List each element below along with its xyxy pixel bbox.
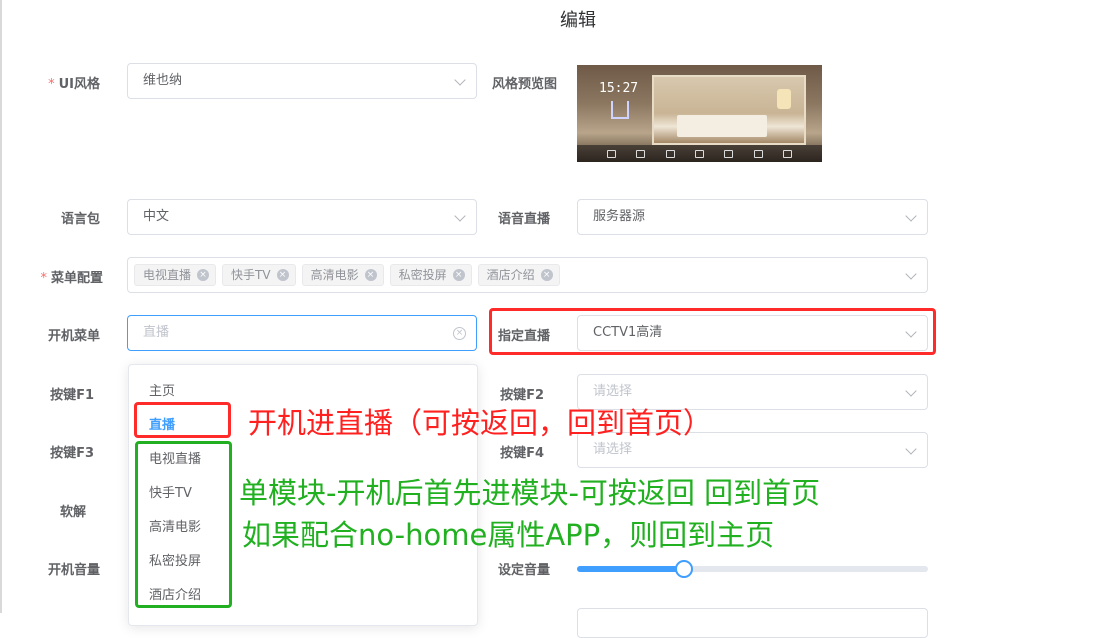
ui-style-value: 维也纳 [143, 73, 183, 88]
assigned-live-highlight-box [489, 308, 936, 355]
live-option-highlight-box [134, 402, 231, 438]
ui-style-select[interactable]: 维也纳 [127, 63, 477, 99]
boot-volume-label: 开机音量 [47, 563, 100, 578]
menu-tag: 酒店介绍 × [477, 264, 560, 286]
dropdown-option[interactable]: 主页 [149, 380, 175, 399]
language-pack-select[interactable]: 中文 [127, 199, 477, 235]
preview-chat-icon [753, 149, 763, 158]
chevron-down-icon [905, 443, 917, 455]
tag-close-icon[interactable]: × [197, 269, 210, 281]
ui-style-label: * UI风格 [48, 77, 100, 92]
menu-config-multiselect[interactable]: 电视直播 × 快手TV × 高清电影 × 私密投屏 × 酒店介绍 × [127, 257, 928, 293]
chevron-down-icon [905, 210, 917, 222]
tag-close-icon[interactable]: × [364, 269, 377, 281]
menu-tag: 私密投屏 × [389, 264, 472, 286]
soft-decode-label: 软解 [59, 505, 86, 520]
preview-tv2-icon [636, 149, 646, 158]
style-preview-image: 15:27 [577, 65, 822, 162]
modules-highlight-box [135, 441, 232, 608]
key-f1-label: 按键F1 [50, 388, 94, 403]
green-annotation-line2: 如果配合no-home属性APP，则回到主页 [242, 518, 775, 552]
boot-menu-placeholder: 直播 [143, 325, 170, 340]
preview-cast-icon [694, 149, 704, 158]
language-pack-value: 中文 [143, 209, 170, 224]
preview-lamp [777, 89, 791, 109]
language-pack-label: 语言包 [60, 212, 100, 227]
preview-logo [611, 101, 629, 119]
chevron-down-icon [905, 385, 917, 397]
chevron-down-icon [905, 268, 917, 280]
boot-menu-select[interactable]: 直播 × [127, 315, 477, 351]
tag-close-icon[interactable]: × [452, 269, 465, 281]
voice-live-select[interactable]: 服务器源 [577, 199, 928, 235]
slider-fill [577, 566, 683, 572]
voice-live-value: 服务器源 [593, 209, 646, 224]
set-volume-slider[interactable] [577, 560, 928, 578]
menu-tag: 高清电影 × [301, 264, 384, 286]
key-f4-placeholder: 请选择 [593, 442, 633, 457]
slider-handle[interactable] [675, 560, 693, 578]
voice-live-label: 语音直播 [497, 212, 550, 227]
boot-menu-label: 开机菜单 [47, 329, 100, 344]
menu-config-label: * 菜单配置 [40, 271, 103, 286]
style-preview-label: 风格预览图 [491, 77, 557, 92]
menu-config-tags: 电视直播 × 快手TV × 高清电影 × 私密投屏 × 酒店介绍 × [134, 264, 560, 286]
tag-close-icon[interactable]: × [276, 269, 289, 281]
preview-movie-icon [665, 149, 675, 158]
menu-tag: 电视直播 × [134, 264, 217, 286]
menu-tag: 快手TV × [222, 264, 296, 286]
dialog-title: 编辑 [560, 10, 596, 31]
tag-close-icon[interactable]: × [540, 269, 553, 281]
preview-hotel-icon [724, 149, 734, 158]
key-f3-label: 按键F3 [50, 446, 94, 461]
preview-clock: 15:27 [599, 81, 639, 96]
preview-bed [677, 115, 767, 137]
red-annotation: 开机进直播（可按返回，回到首页） [248, 406, 713, 440]
preview-settings-icon [782, 149, 792, 158]
green-annotation-line1: 单模块-开机后首先进模块-可按返回 回到首页 [239, 476, 821, 510]
preview-tv-icon [607, 149, 617, 158]
key-f2-placeholder: 请选择 [593, 384, 633, 399]
preview-menu-bar [577, 145, 822, 162]
